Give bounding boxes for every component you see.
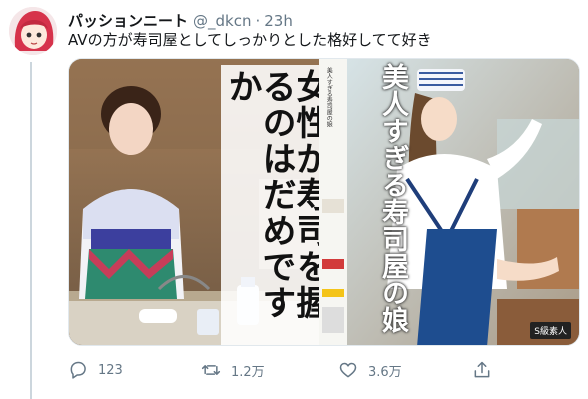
- share-icon: [474, 361, 490, 378]
- cover-spine: [319, 59, 347, 345]
- avatar[interactable]: [9, 7, 57, 55]
- share-button[interactable]: [472, 359, 492, 381]
- tweet-text: AVの方が寿司屋としてしっかりとした格好してて好き: [68, 31, 432, 49]
- like-button[interactable]: 3.6万: [338, 359, 402, 381]
- tweet-header: パッションニート @_dkcn · 23h: [68, 10, 293, 31]
- cover-left-title: 女性が寿司を握るのはだめですか: [221, 65, 331, 345]
- reply-count: 123: [98, 362, 123, 378]
- spine-text: 美人すぎる寿司屋の娘: [325, 67, 333, 127]
- retweet-button[interactable]: 1.2万: [201, 359, 265, 381]
- retweet-icon: [201, 365, 221, 375]
- retweet-count: 1.2万: [231, 364, 265, 380]
- reply-button[interactable]: 123: [68, 359, 123, 381]
- tweet-media-image[interactable]: 女性が寿司を握るのはだめですか 美人すぎる寿司屋の娘 美人すぎる寿司屋の娘 S級…: [68, 58, 580, 346]
- avatar-image: [9, 7, 57, 55]
- heart-icon: [339, 362, 357, 378]
- tweet-actions: 123 1.2万 3.6万: [68, 359, 490, 381]
- label-logo: S級素人: [530, 322, 571, 339]
- like-count: 3.6万: [368, 364, 402, 380]
- display-name[interactable]: パッションニート: [68, 10, 188, 31]
- thread-line: [30, 62, 32, 399]
- cover-right-title: 美人すぎる寿司屋の娘: [377, 63, 408, 333]
- user-handle[interactable]: @_dkcn: [193, 12, 251, 30]
- separator-dot: ·: [255, 12, 261, 30]
- tweet-timestamp[interactable]: 23h: [264, 12, 293, 30]
- reply-icon: [70, 361, 86, 379]
